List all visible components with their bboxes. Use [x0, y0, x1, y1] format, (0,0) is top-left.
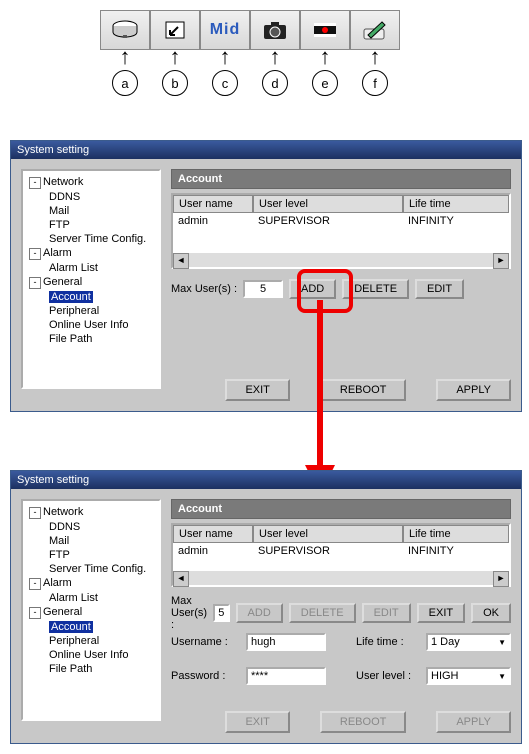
- tree-ddns[interactable]: DDNS: [27, 190, 155, 204]
- lifetime-select[interactable]: 1 Day▼: [426, 633, 511, 651]
- exit-editing-button[interactable]: EXIT: [417, 603, 465, 623]
- userlevel-label: User level :: [356, 670, 426, 682]
- password-input[interactable]: ****: [246, 667, 326, 685]
- max-users-label: Max User(s) :: [171, 283, 237, 295]
- delete-button[interactable]: DELETE: [342, 279, 409, 299]
- add-button[interactable]: ADD: [289, 279, 336, 299]
- chevron-down-icon: ▼: [498, 672, 506, 681]
- apply-button-disabled: APPLY: [436, 711, 511, 733]
- panel-title: Account: [171, 499, 511, 519]
- toolbar-callouts: ↑a ↑b ↑c ↑d ↑e ↑f: [100, 48, 400, 96]
- callout-d: d: [262, 70, 288, 96]
- col-username[interactable]: User name: [173, 195, 253, 213]
- apply-button[interactable]: APPLY: [436, 379, 511, 401]
- callout-e: e: [312, 70, 338, 96]
- tree-file-path[interactable]: File Path: [27, 332, 155, 346]
- window-title: System setting: [11, 471, 521, 489]
- tree-peripheral[interactable]: Peripheral: [27, 304, 155, 318]
- callout-f: f: [362, 70, 388, 96]
- nav-tree[interactable]: -Network DDNS Mail FTP Server Time Confi…: [21, 499, 161, 721]
- reboot-button[interactable]: REBOOT: [320, 379, 406, 401]
- user-row[interactable]: admin SUPERVISOR INFINITY: [173, 543, 509, 559]
- exit-button[interactable]: EXIT: [225, 379, 289, 401]
- user-list[interactable]: User name User level Life time admin SUP…: [171, 193, 511, 269]
- system-setting-window-1: System setting -Network DDNS Mail FTP Se…: [10, 140, 522, 412]
- user-list[interactable]: User name User level Life time admin SUP…: [171, 523, 511, 587]
- reboot-button-disabled: REBOOT: [320, 711, 406, 733]
- add-button-disabled: ADD: [236, 603, 283, 623]
- tree-alarm-list[interactable]: Alarm List: [27, 261, 155, 275]
- callout-a: a: [112, 70, 138, 96]
- user-row[interactable]: admin SUPERVISOR INFINITY: [173, 213, 509, 229]
- col-lifetime[interactable]: Life time: [403, 195, 509, 213]
- chevron-down-icon: ▼: [498, 638, 506, 647]
- max-users-label: Max User(s) :: [171, 595, 207, 631]
- h-scrollbar[interactable]: ◄►: [173, 253, 509, 267]
- lifetime-label: Life time :: [356, 636, 426, 648]
- callout-b: b: [162, 70, 188, 96]
- max-users-field[interactable]: 5: [213, 604, 230, 622]
- password-label: Password :: [171, 670, 246, 682]
- userlevel-select[interactable]: HIGH▼: [426, 667, 511, 685]
- col-userlevel[interactable]: User level: [253, 195, 403, 213]
- edit-button-disabled: EDIT: [362, 603, 411, 623]
- max-users-field[interactable]: 5: [243, 280, 283, 298]
- username-input[interactable]: hugh: [246, 633, 326, 651]
- window-title: System setting: [11, 141, 521, 159]
- system-setting-window-2: System setting -Network DDNS Mail FTP Se…: [10, 470, 522, 744]
- tree-server-time[interactable]: Server Time Config.: [27, 232, 155, 246]
- tree-online-user[interactable]: Online User Info: [27, 318, 155, 332]
- tree-account[interactable]: Account: [27, 290, 155, 304]
- tree-mail[interactable]: Mail: [27, 204, 155, 218]
- edit-button[interactable]: EDIT: [415, 279, 464, 299]
- delete-button-disabled: DELETE: [289, 603, 356, 623]
- panel-title: Account: [171, 169, 511, 189]
- nav-tree[interactable]: -Network DDNS Mail FTP Server Time Confi…: [21, 169, 161, 389]
- exit-button-disabled: EXIT: [225, 711, 289, 733]
- ok-button[interactable]: OK: [471, 603, 511, 623]
- username-label: Username :: [171, 636, 246, 648]
- toolbar: Mid: [100, 10, 400, 50]
- tree-ftp[interactable]: FTP: [27, 218, 155, 232]
- callout-c: c: [212, 70, 238, 96]
